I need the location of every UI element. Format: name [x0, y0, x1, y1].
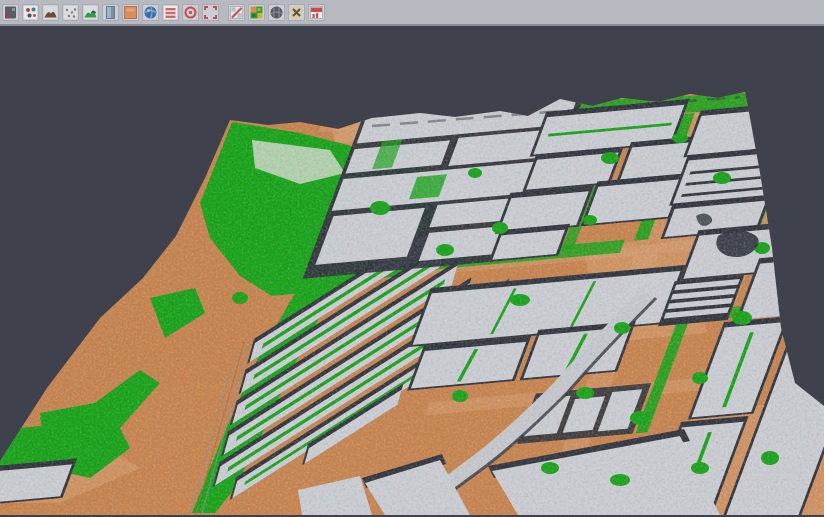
target-icon[interactable] [182, 4, 199, 21]
orthophoto-icon[interactable] [122, 4, 139, 21]
toolbar [0, 0, 824, 26]
scene-3d-render [0, 26, 824, 515]
clear-icon[interactable] [288, 4, 305, 21]
raster-icon[interactable] [228, 4, 245, 21]
vegetation-icon[interactable] [82, 4, 99, 21]
mesh-icon[interactable] [268, 4, 285, 21]
point-cloud-icon[interactable] [22, 4, 39, 21]
sparse-points-icon[interactable] [62, 4, 79, 21]
classification-icon[interactable] [248, 4, 265, 21]
application-window [0, 0, 824, 517]
extent-icon[interactable] [202, 4, 219, 21]
profile-icon[interactable] [102, 4, 119, 21]
globe-icon[interactable] [142, 4, 159, 21]
terrain-icon[interactable] [42, 4, 59, 21]
dataset-icon[interactable] [2, 4, 19, 21]
layers-icon[interactable] [162, 4, 179, 21]
histogram-icon[interactable] [308, 4, 325, 21]
viewport-3d[interactable] [0, 26, 824, 515]
